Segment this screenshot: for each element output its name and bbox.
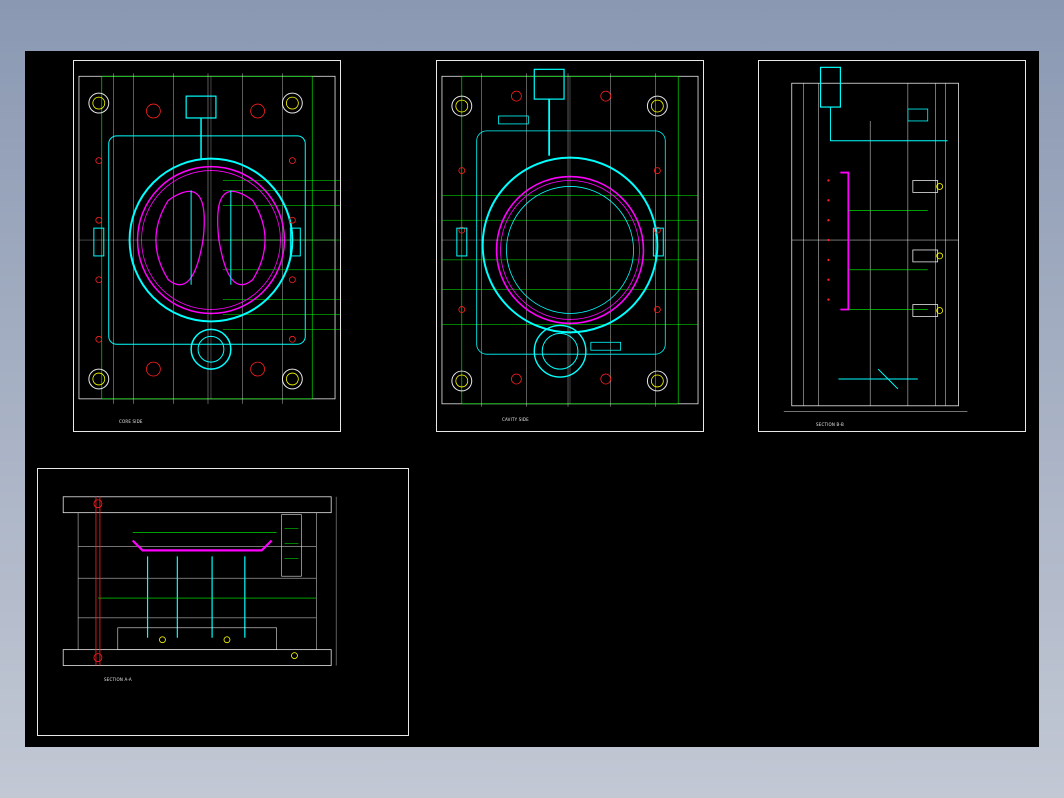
drawing-sheet-side-section[interactable]: SECTION B-B bbox=[758, 60, 1026, 432]
sheet-caption: SECTION A-A bbox=[104, 677, 132, 682]
drawing-sheet-core-plan[interactable]: CORE SIDE bbox=[73, 60, 341, 432]
drawing-sheet-front-section[interactable]: SECTION A-A bbox=[37, 468, 409, 736]
sheet-caption: CAVITY SIDE bbox=[502, 417, 529, 422]
cavity-plan-drawing bbox=[441, 68, 699, 407]
drawing-sheet-cavity-plan[interactable]: CAVITY SIDE bbox=[436, 60, 704, 432]
sheet-caption: CORE SIDE bbox=[119, 419, 143, 424]
sheet-caption: SECTION B-B bbox=[816, 422, 844, 427]
front-section-drawing bbox=[62, 496, 337, 666]
core-plan-drawing bbox=[78, 73, 340, 404]
cad-viewport[interactable]: CORE SIDE CAVITY SIDE SECTION B-B SECTIO… bbox=[25, 51, 1039, 747]
side-section-drawing bbox=[783, 66, 968, 413]
